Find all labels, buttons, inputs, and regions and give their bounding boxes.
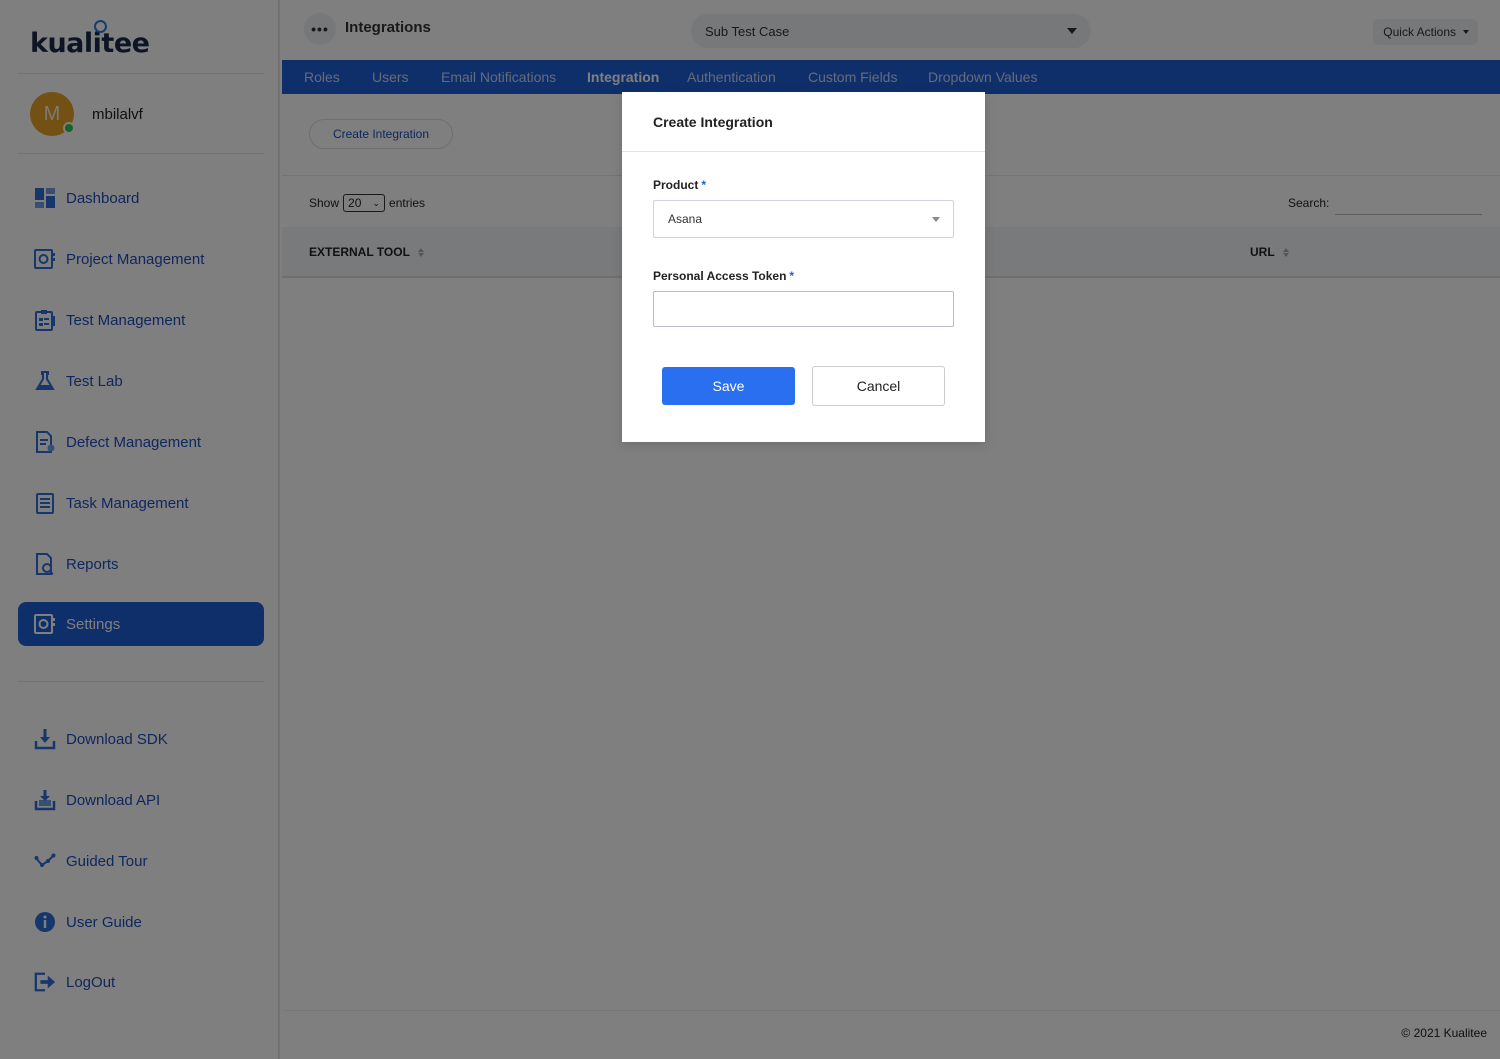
chevron-down-icon: [932, 217, 940, 222]
token-label: Personal Access Token *: [653, 269, 795, 283]
required-asterisk: *: [789, 269, 795, 283]
create-integration-modal: Create Integration Product * Asana Person…: [622, 92, 985, 442]
personal-access-token-input[interactable]: [653, 291, 954, 327]
product-select-value: Asana: [668, 212, 703, 226]
cancel-button[interactable]: Cancel: [812, 366, 945, 406]
product-label: Product *: [653, 178, 707, 192]
modal-title: Create Integration: [622, 92, 985, 152]
required-asterisk: *: [701, 178, 707, 192]
product-select[interactable]: Asana: [653, 200, 954, 238]
save-button[interactable]: Save: [662, 367, 795, 405]
